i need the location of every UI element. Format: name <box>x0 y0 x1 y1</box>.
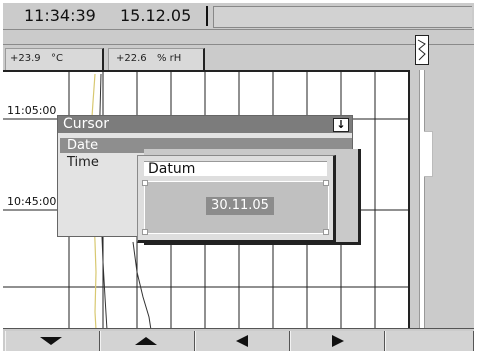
channel-1-unit: °C <box>51 53 63 64</box>
clock-display: 11:34:39 15.12.05 <box>6 6 208 26</box>
divider <box>3 44 474 45</box>
softkey-bar <box>3 328 474 351</box>
softkey-right[interactable] <box>290 331 386 351</box>
channel-1-reading: +23.9 <box>10 53 41 64</box>
softkey-down[interactable] <box>5 331 101 351</box>
menu-item-label: Time <box>67 155 99 170</box>
corner-handle <box>323 229 329 235</box>
arrow-up-icon <box>135 337 157 345</box>
channel-2-value[interactable]: +22.6 % rH <box>108 48 205 70</box>
channel-2-unit: % rH <box>157 53 182 64</box>
clock-date: 15.12.05 <box>120 6 192 25</box>
arrow-down-icon: ↓ <box>336 118 346 131</box>
clock-time: 11:34:39 <box>24 6 96 25</box>
scroll-track[interactable] <box>419 70 425 328</box>
time-label: 10:45:00 <box>7 195 57 208</box>
date-input[interactable]: 30.11.05 <box>206 197 274 215</box>
date-dialog: Datum 30.11.05 <box>137 155 336 243</box>
recorder-screen: 11:34:39 15.12.05 +23.9 °C +22.6 % rH 11… <box>3 3 474 351</box>
softkey-blank[interactable] <box>385 331 474 351</box>
status-field <box>213 6 472 28</box>
divider <box>3 29 474 30</box>
corner-handle <box>323 180 329 186</box>
arrow-left-icon <box>236 335 248 347</box>
arrow-down-icon <box>40 337 62 345</box>
status-bar: 11:34:39 15.12.05 <box>3 3 474 28</box>
trace-dark-2 <box>132 241 152 330</box>
scroll-thumb[interactable] <box>415 35 429 65</box>
softkey-left[interactable] <box>195 331 291 351</box>
date-dialog-title-bar: Datum <box>144 161 327 177</box>
date-dialog-body: 30.11.05 <box>144 181 329 234</box>
channel-2-reading: +22.6 <box>116 53 147 64</box>
zigzag-icon <box>417 39 426 61</box>
scroll-marker <box>424 131 433 177</box>
softkey-up[interactable] <box>100 331 196 351</box>
cursor-menu-title: Cursor <box>63 116 110 132</box>
time-label: 11:05:00 <box>7 104 57 117</box>
date-dialog-title: Datum <box>148 161 196 177</box>
arrow-right-icon <box>332 335 344 347</box>
corner-handle <box>142 229 148 235</box>
menu-item-label: Date <box>67 138 99 153</box>
dropdown-button[interactable]: ↓ <box>333 118 349 132</box>
cursor-menu-title-bar: Cursor ↓ <box>58 116 352 133</box>
corner-handle <box>142 180 148 186</box>
channel-1-value[interactable]: +23.9 °C <box>5 48 104 70</box>
